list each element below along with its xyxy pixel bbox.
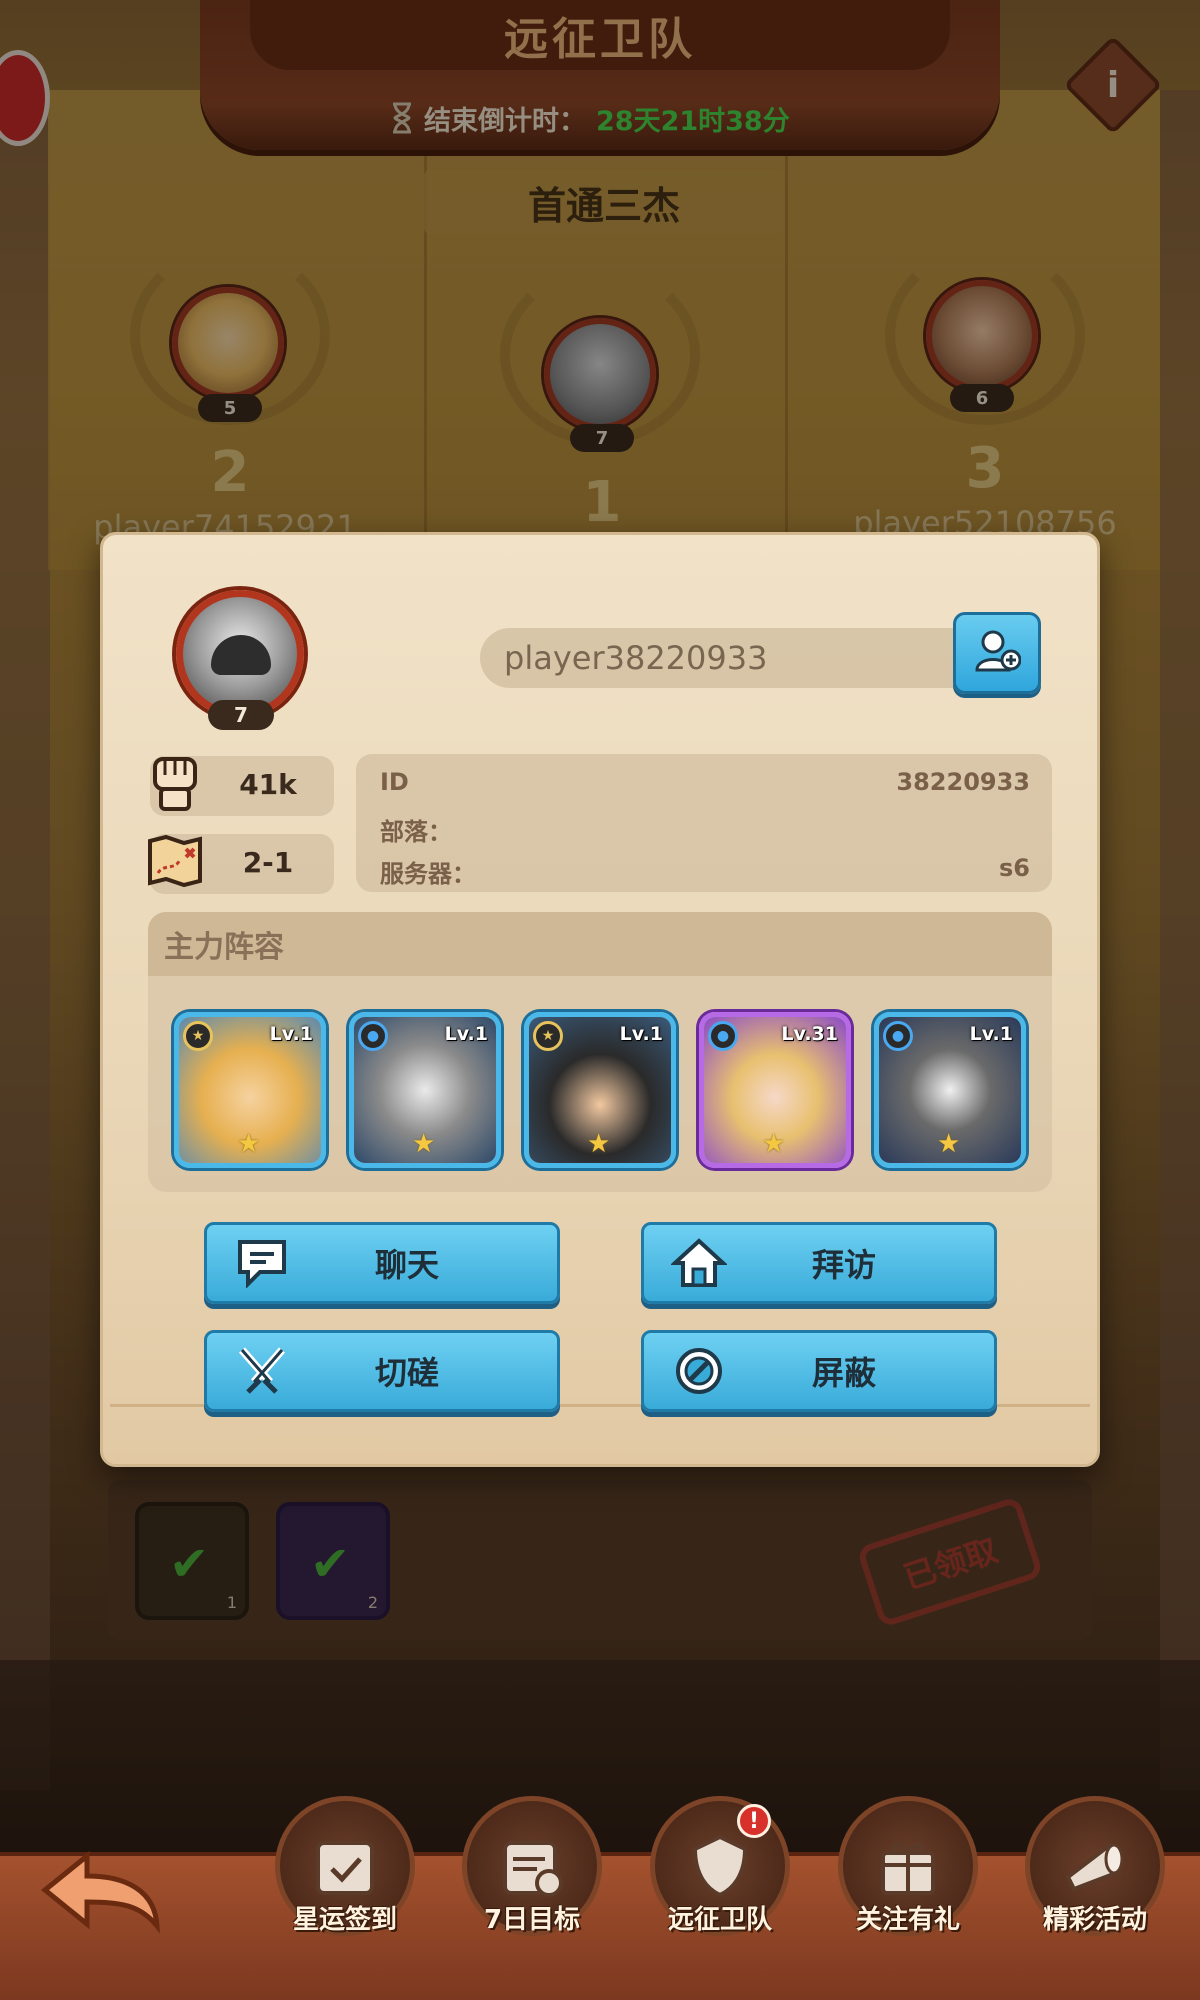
nav-label: 7日目标 <box>483 1905 581 1935</box>
block-button[interactable]: 屏蔽 <box>641 1330 997 1412</box>
hero-card-3[interactable]: ★ Lv.1 ★ <box>524 1012 676 1168</box>
nav-item-guard[interactable]: ! 远征卫队 <box>645 1796 795 1946</box>
hero-card-5[interactable]: ● Lv.1 ★ <box>874 1012 1026 1168</box>
chat-button-label: 聊天 <box>374 1246 439 1284</box>
duel-button[interactable]: 切磋 <box>204 1330 560 1412</box>
nav-label: 精彩活动 <box>1042 1905 1147 1935</box>
id-row: ID 38220933 <box>380 768 1030 796</box>
back-arrow-icon <box>41 1850 160 1934</box>
visit-button-label: 拜访 <box>811 1246 876 1284</box>
raccoon-face <box>211 635 271 675</box>
tribe-label: 部落： <box>380 818 452 846</box>
add-user-icon <box>973 628 1022 678</box>
chat-button[interactable]: 聊天 <box>204 1222 560 1304</box>
hero-level: Lv.1 <box>969 1023 1013 1045</box>
player-avatar[interactable] <box>176 590 304 718</box>
element-icon: ● <box>708 1021 738 1051</box>
player-level: 7 <box>208 700 274 730</box>
crossed-swords-icon <box>227 1341 297 1401</box>
hero-card-2[interactable]: ● Lv.1 ★ <box>349 1012 501 1168</box>
add-friend-button[interactable] <box>953 612 1041 694</box>
power-value: 41k <box>239 768 297 801</box>
back-button[interactable] <box>30 1836 170 1946</box>
nav-label: 星运签到 <box>292 1905 397 1935</box>
hero-level: Lv.31 <box>781 1023 838 1045</box>
hero-level: Lv.1 <box>269 1023 313 1045</box>
map-icon <box>144 830 206 892</box>
block-button-label: 屏蔽 <box>811 1354 876 1392</box>
player-name-field: player38220933 <box>480 628 980 688</box>
hero-card-4[interactable]: ● Lv.31 ★ <box>699 1012 851 1168</box>
visit-button[interactable]: 拜访 <box>641 1222 997 1304</box>
element-icon: ★ <box>533 1021 563 1051</box>
hero-level: Lv.1 <box>444 1023 488 1045</box>
element-icon: ● <box>358 1021 388 1051</box>
tribe-row: 部落： <box>380 812 1030 847</box>
element-icon: ● <box>883 1021 913 1051</box>
nav-item-signin[interactable]: 星运签到 <box>270 1796 420 1946</box>
star-icon: ★ <box>237 1129 261 1159</box>
lineup-title: 主力阵容 <box>148 912 1052 976</box>
nav-item-7day[interactable]: 7日目标 <box>457 1796 607 1946</box>
home-icon <box>664 1233 734 1293</box>
star-icon: ★ <box>762 1129 786 1159</box>
fist-icon <box>144 752 206 814</box>
hero-card-1[interactable]: ★ Lv.1 ★ <box>174 1012 326 1168</box>
duel-button-label: 切磋 <box>374 1354 439 1392</box>
nav-item-events[interactable]: 精彩活动 <box>1020 1796 1170 1946</box>
block-icon <box>664 1341 734 1401</box>
star-icon: ★ <box>412 1129 436 1159</box>
nav-label: 远征卫队 <box>667 1905 772 1935</box>
element-icon: ★ <box>183 1021 213 1051</box>
stage-value: 2-1 <box>242 846 294 879</box>
hero-level: Lv.1 <box>619 1023 663 1045</box>
id-value: 38220933 <box>896 768 1030 796</box>
server-value: s6 <box>999 854 1030 882</box>
star-icon: ★ <box>937 1129 961 1159</box>
chat-bubble-icon <box>227 1233 297 1293</box>
nav-item-follow[interactable]: 关注有礼 <box>833 1796 983 1946</box>
server-label: 服务器： <box>380 860 476 888</box>
id-label: ID <box>380 768 409 796</box>
star-icon: ★ <box>587 1129 611 1159</box>
nav-alert-badge: ! <box>737 1804 771 1838</box>
nav-label: 关注有礼 <box>855 1905 960 1935</box>
server-row: 服务器： s6 <box>380 854 1030 889</box>
